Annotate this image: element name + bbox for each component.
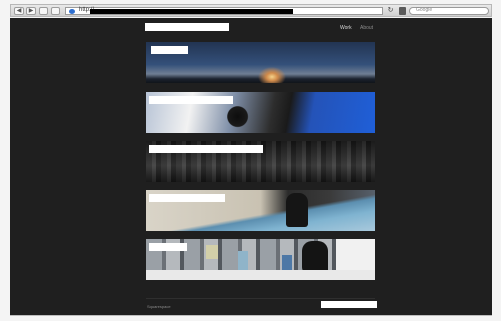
refresh-icon[interactable]: ↻ xyxy=(387,7,394,15)
screenshot-frame: ◀ ▶ http:// ↻ Google Work About Squaresp… xyxy=(0,0,501,321)
forward-arrow-icon[interactable]: ▶ xyxy=(26,7,36,15)
project-tile[interactable] xyxy=(146,239,375,280)
project-title-redaction xyxy=(149,145,263,153)
footer-divider xyxy=(146,298,375,299)
nav-link-about[interactable]: About xyxy=(360,25,373,31)
url-redaction xyxy=(90,9,293,14)
site-title-redaction[interactable] xyxy=(145,23,229,31)
page-viewport: Work About Squarespace xyxy=(10,18,492,315)
browser-toolbar: ◀ ▶ http:// ↻ Google xyxy=(10,4,492,17)
globe-icon xyxy=(69,9,75,14)
project-tile[interactable] xyxy=(146,141,375,182)
project-title-redaction xyxy=(149,194,225,202)
home-button[interactable] xyxy=(39,7,48,15)
window-bottom-edge xyxy=(10,315,492,316)
footer-credit-link[interactable]: Squarespace xyxy=(147,304,171,309)
skater-figure xyxy=(286,193,308,227)
project-title-redaction xyxy=(151,46,188,54)
shelf-box xyxy=(206,245,218,259)
project-title-redaction xyxy=(149,96,233,104)
project-tile[interactable] xyxy=(146,42,375,83)
floor xyxy=(146,270,375,280)
nav-link-work[interactable]: Work xyxy=(340,25,352,31)
project-tile[interactable] xyxy=(146,92,375,133)
url-bar[interactable]: http:// xyxy=(65,7,383,15)
project-tile[interactable] xyxy=(146,190,375,231)
project-title-redaction xyxy=(149,243,187,251)
footer-redaction xyxy=(321,301,377,308)
search-input[interactable]: Google xyxy=(409,7,489,15)
search-engine-icon[interactable] xyxy=(399,7,406,15)
back-arrow-icon[interactable]: ◀ xyxy=(14,7,24,15)
search-placeholder: Google xyxy=(416,7,433,13)
project-grid xyxy=(146,42,375,283)
stop-button[interactable] xyxy=(51,7,60,15)
